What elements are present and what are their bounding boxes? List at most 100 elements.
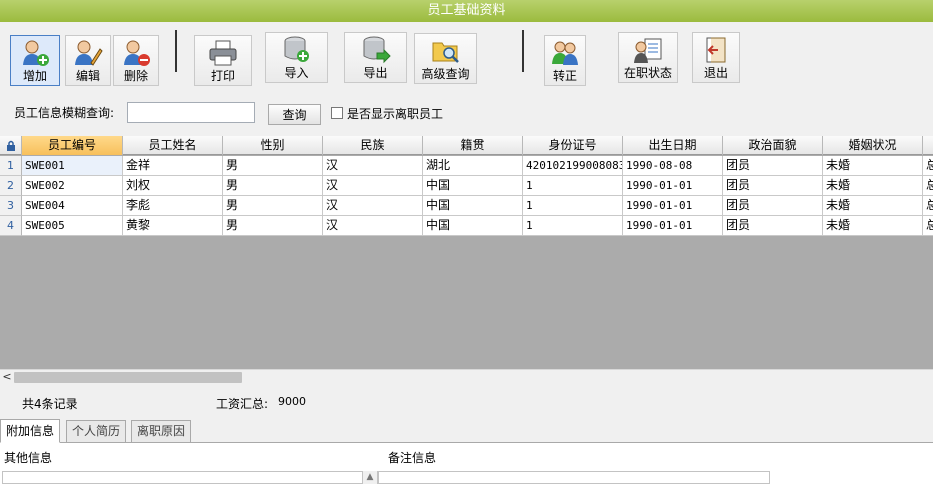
search-input[interactable] xyxy=(127,102,255,123)
cell-extra[interactable]: 总 xyxy=(923,216,933,236)
import-button[interactable]: 导入 xyxy=(265,32,328,83)
show-resigned-checkbox[interactable] xyxy=(331,107,343,119)
cell-marital-status[interactable]: 未婚 xyxy=(823,156,923,176)
cell-native-place[interactable]: 湖北 xyxy=(423,156,523,176)
database-export-icon xyxy=(363,36,391,64)
column-header-name[interactable]: 员工姓名 xyxy=(123,136,223,155)
cell-ethnicity[interactable]: 汉 xyxy=(323,156,423,176)
tab-additional-info[interactable]: 附加信息 xyxy=(0,419,61,443)
cell-employee-id[interactable]: SWE001 xyxy=(22,156,123,176)
grid-corner[interactable] xyxy=(0,136,22,155)
cell-gender[interactable]: 男 xyxy=(223,216,323,236)
table-row[interactable]: 1 SWE001 金祥男汉湖北 420102199008083 1990-08-08 团员… xyxy=(0,156,933,176)
column-header-political-status[interactable]: 政治面貌 xyxy=(723,136,823,155)
database-import-icon xyxy=(284,36,309,62)
import-label: 导入 xyxy=(284,66,309,80)
column-header-native-place[interactable]: 籍贯 xyxy=(423,136,523,155)
cell-native-place[interactable]: 中国 xyxy=(423,196,523,216)
record-count: 共4条记录 xyxy=(22,397,78,411)
print-button[interactable]: 打印 xyxy=(194,35,252,86)
cell-id-number[interactable]: 1 xyxy=(523,176,623,196)
cell-birth-date[interactable]: 1990-01-01 xyxy=(623,216,723,236)
table-row[interactable]: 3SWE004李彪男汉中国11990-01-01团员未婚总 xyxy=(0,196,933,216)
show-resigned-label: 是否显示离职员工 xyxy=(347,107,444,121)
cell-id-number[interactable]: 1 xyxy=(523,196,623,216)
column-header-employee-id[interactable]: 员工编号 xyxy=(22,136,123,155)
cell-birth-date[interactable]: 1990-01-01 xyxy=(623,176,723,196)
other-info-scroll-up-icon[interactable]: ▲ xyxy=(362,471,377,484)
cell-marital-status[interactable]: 未婚 xyxy=(823,216,923,236)
row-number[interactable]: 2 xyxy=(0,176,22,196)
wage-total-value: 9000 xyxy=(278,395,306,408)
advanced-query-label: 高级查询 xyxy=(421,67,470,81)
horizontal-scrollbar[interactable]: < xyxy=(0,369,933,384)
cell-ethnicity[interactable]: 汉 xyxy=(323,196,423,216)
printer-icon xyxy=(209,40,237,66)
exit-door-icon xyxy=(706,37,726,63)
cell-name[interactable]: 刘权 xyxy=(123,176,223,196)
search-button[interactable]: 查询 xyxy=(268,104,321,125)
scroll-left-icon[interactable]: < xyxy=(0,370,14,385)
column-header-id-number[interactable]: 身份证号 xyxy=(523,136,623,155)
other-info-textarea[interactable] xyxy=(2,471,378,484)
advanced-query-button[interactable]: 高级查询 xyxy=(414,33,477,84)
row-number[interactable]: 3 xyxy=(0,196,22,216)
cell-name[interactable]: 黄黎 xyxy=(123,216,223,236)
column-header-ethnicity[interactable]: 民族 xyxy=(323,136,423,155)
cell-birth-date[interactable]: 1990-01-01 xyxy=(623,196,723,216)
exit-button[interactable]: 退出 xyxy=(692,32,740,83)
grid-header: 员工编号 员工姓名 性别 民族 籍贯 身份证号 出生日期 政治面貌 婚姻状况 总 xyxy=(0,136,933,155)
cell-extra[interactable]: 总 xyxy=(923,176,933,196)
cell-employee-id[interactable]: SWE004 xyxy=(22,196,123,216)
cell-extra[interactable]: 总 xyxy=(923,156,933,176)
column-header-gender[interactable]: 性别 xyxy=(223,136,323,155)
export-button[interactable]: 导出 xyxy=(344,32,407,83)
column-header-marital-status[interactable]: 婚姻状况 xyxy=(823,136,923,155)
tab-resign-reason[interactable]: 离职原因 xyxy=(131,420,192,443)
tab-resume[interactable]: 个人简历 xyxy=(66,420,127,443)
delete-label: 删除 xyxy=(123,69,148,83)
lock-icon xyxy=(6,140,15,151)
row-number[interactable]: 4 xyxy=(0,216,22,236)
edit-user-icon xyxy=(75,40,103,66)
cell-birth-date[interactable]: 1990-08-08 xyxy=(623,156,723,176)
users-icon xyxy=(552,41,578,65)
cell-id-number[interactable]: 420102199008083 xyxy=(523,156,623,176)
exit-label: 退出 xyxy=(703,66,728,80)
cell-marital-status[interactable]: 未婚 xyxy=(823,176,923,196)
cell-employee-id[interactable]: SWE002 xyxy=(22,176,123,196)
row-number[interactable]: 1 xyxy=(0,156,22,176)
cell-political-status[interactable]: 团员 xyxy=(723,216,823,236)
cell-employee-id[interactable]: SWE005 xyxy=(22,216,123,236)
wage-total-label: 工资汇总: xyxy=(216,397,269,411)
table-row[interactable]: 2SWE002刘权男汉中国11990-01-01团员未婚总 xyxy=(0,176,933,196)
cell-political-status[interactable]: 团员 xyxy=(723,156,823,176)
cell-gender[interactable]: 男 xyxy=(223,156,323,176)
cell-native-place[interactable]: 中国 xyxy=(423,216,523,236)
cell-political-status[interactable]: 团员 xyxy=(723,196,823,216)
cell-political-status[interactable]: 团员 xyxy=(723,176,823,196)
table-row[interactable]: 4SWE005黄黎男汉中国11990-01-01团员未婚总 xyxy=(0,216,933,236)
delete-button[interactable]: 删除 xyxy=(113,35,159,86)
cell-name[interactable]: 李彪 xyxy=(123,196,223,216)
cell-name[interactable]: 金祥 xyxy=(123,156,223,176)
cell-gender[interactable]: 男 xyxy=(223,196,323,216)
regularize-button[interactable]: 转正 xyxy=(544,35,586,86)
cell-native-place[interactable]: 中国 xyxy=(423,176,523,196)
column-header-extra[interactable]: 总 xyxy=(923,136,933,155)
column-header-birth-date[interactable]: 出生日期 xyxy=(623,136,723,155)
add-button[interactable]: 增加 xyxy=(10,35,60,86)
cell-gender[interactable]: 男 xyxy=(223,176,323,196)
detail-panel: 其他信息 备注信息 ▲ xyxy=(0,443,933,484)
remarks-textarea[interactable] xyxy=(378,471,770,484)
cell-marital-status[interactable]: 未婚 xyxy=(823,196,923,216)
cell-ethnicity[interactable]: 汉 xyxy=(323,176,423,196)
edit-button[interactable]: 编辑 xyxy=(65,35,111,86)
cell-ethnicity[interactable]: 汉 xyxy=(323,216,423,236)
employment-status-button[interactable]: 在职状态 xyxy=(618,32,678,83)
cell-extra[interactable]: 总 xyxy=(923,196,933,216)
remarks-label: 备注信息 xyxy=(388,451,437,465)
edit-label: 编辑 xyxy=(75,69,100,83)
cell-id-number[interactable]: 1 xyxy=(523,216,623,236)
scroll-thumb[interactable] xyxy=(14,372,242,383)
